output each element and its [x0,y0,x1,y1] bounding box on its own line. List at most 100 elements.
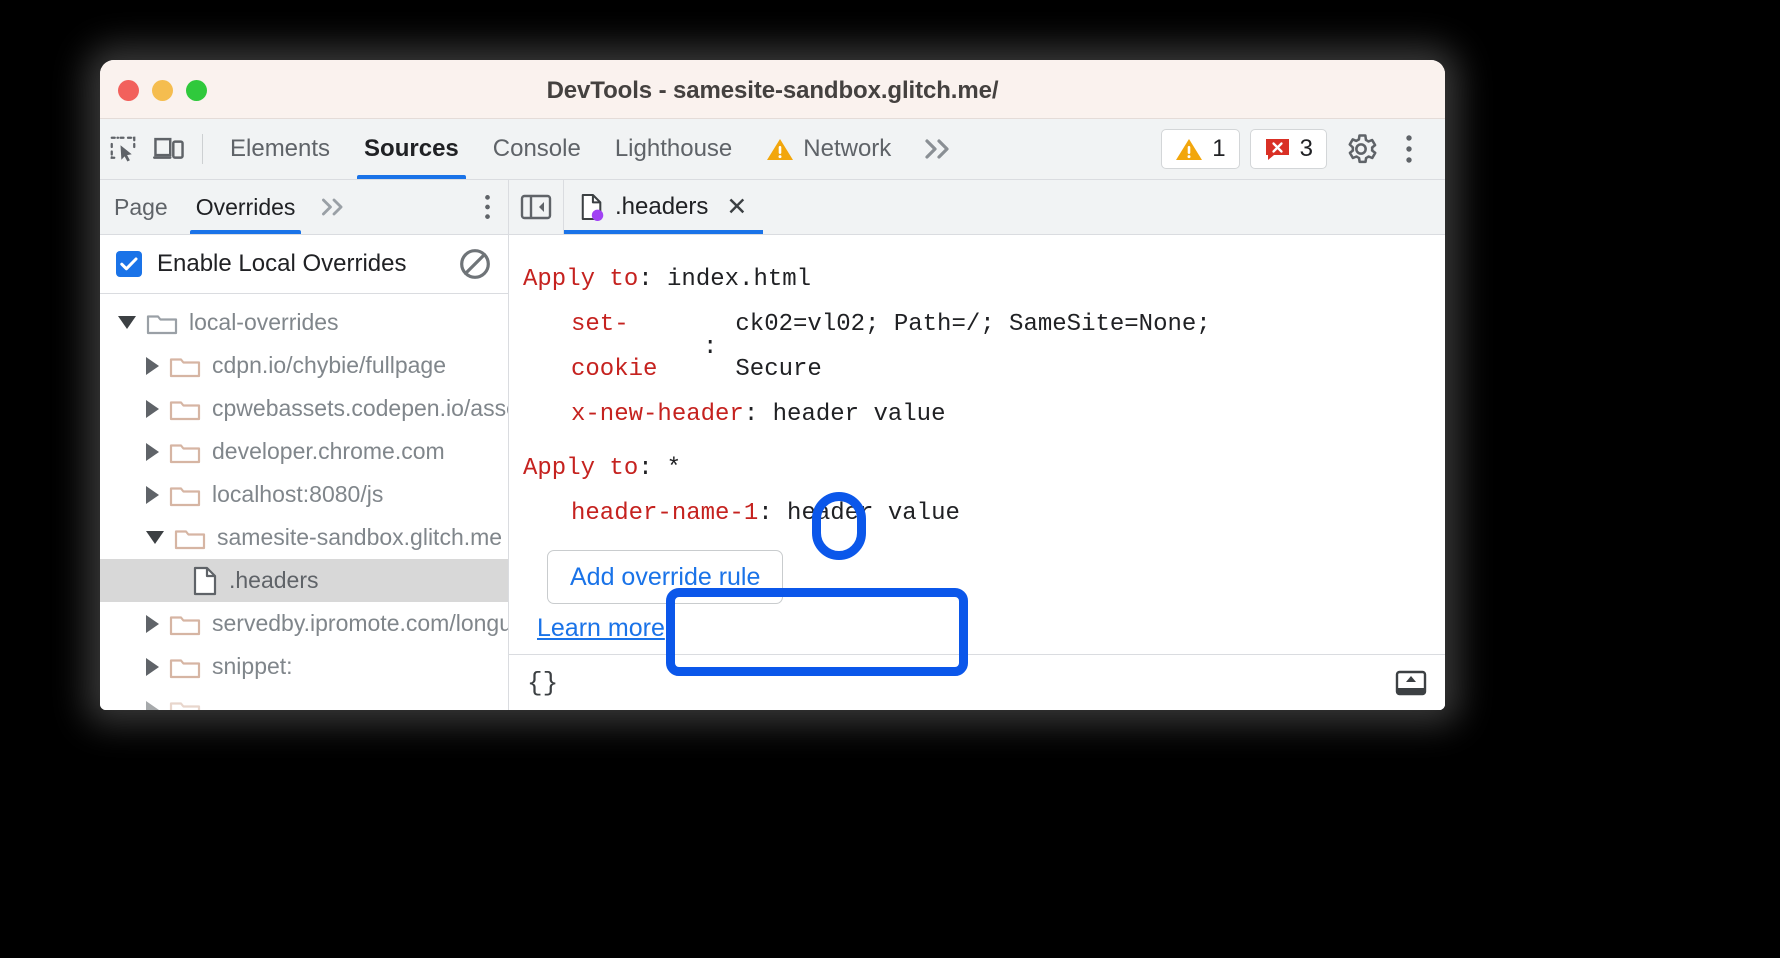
tab-console[interactable]: Console [476,119,598,179]
enable-local-overrides-checkbox[interactable] [116,251,142,277]
header-name: x-new-header [571,392,744,437]
apply-to-value[interactable]: * [653,446,681,491]
tree-row[interactable]: local-overrides [100,301,508,344]
navigator-kebab-menu-icon[interactable] [483,193,492,226]
tree-row[interactable]: .headers [100,559,508,602]
folder-icon [169,697,201,711]
folder-icon [169,654,201,680]
folder-icon [169,611,201,637]
devtools-window: DevTools - samesite-sandbox.glitch.me/ E… [100,60,1445,710]
header-row-header-name-1[interactable]: header-name-1 : header value [523,491,1445,536]
chevron-right-icon[interactable] [146,400,159,418]
window-title: DevTools - samesite-sandbox.glitch.me/ [100,77,1445,105]
tree-item-label: samesite-sandbox.glitch.me [217,524,502,551]
chevron-down-icon[interactable] [146,531,164,544]
nav-chevron-double-right-icon[interactable] [309,196,359,218]
tree-item-label: developer.chrome.com [212,438,445,465]
folder-icon [146,310,178,336]
navigator-sidebar: Page Overrides [100,180,509,710]
apply-to-label: Apply to [523,257,638,302]
chevron-right-icon[interactable] [146,615,159,633]
tree-row[interactable]: localhost:8080/js [100,473,508,516]
learn-more-link[interactable]: Learn more [537,614,665,643]
editor-tabbar: .headers ✕ [509,180,1445,235]
no-entry-clear-icon[interactable] [458,247,492,281]
header-value-set-cookie[interactable]: ck02=vl02; Path=/; SameSite=None; Secure [735,302,1210,392]
tab-sources[interactable]: Sources [347,119,476,179]
file-icon [192,566,218,596]
editor-pane: .headers ✕ Apply to : index.html set- co… [509,180,1445,710]
tab-sources-label: Sources [364,135,459,163]
tree-item-label: .headers [229,567,319,594]
chevron-double-right-icon[interactable] [908,137,970,161]
close-icon[interactable]: ✕ [726,192,747,222]
header-row-set-cookie[interactable]: set- cookie : ck02=vl02; Path=/; SameSit… [523,302,1445,392]
apply-to-row[interactable]: Apply to : * [523,446,1445,491]
apply-to-row[interactable]: Apply to : index.html [523,257,1445,302]
header-value-part-2: Secure [735,347,1210,392]
chevron-right-icon[interactable] [146,701,159,711]
editor-tab-headers[interactable]: .headers ✕ [564,180,763,234]
headers-editor-view: Apply to : index.html set- cookie : ck02… [509,235,1445,654]
tree-item-label: localhost:8080/js [212,481,383,508]
nav-tab-overrides-label: Overrides [196,194,296,221]
nav-tab-page[interactable]: Page [100,180,182,234]
tree-row[interactable]: developer.chrome.com [100,430,508,473]
collapse-sidebar-icon[interactable] [509,180,564,234]
header-value-part-1: ck02=vl02; Path=/; SameSite=None; [735,302,1210,347]
header-value[interactable]: header value [787,491,960,536]
tree-row[interactable]: cpwebassets.codepen.io/asse [100,387,508,430]
folder-icon [169,353,201,379]
nav-tab-overrides[interactable]: Overrides [182,180,310,234]
enable-local-overrides-row[interactable]: Enable Local Overrides [100,235,508,294]
header-value[interactable]: header value [773,392,946,437]
tab-network-label: Network [803,135,891,163]
folder-icon [174,525,206,551]
format-code-button[interactable]: {} [527,668,558,698]
device-toolbar-icon[interactable] [146,126,192,172]
toolbar-right-group: 1 3 [1161,125,1445,173]
tree-item-label: servedby.ipromote.com/longu [212,610,508,637]
chevron-down-icon[interactable] [118,316,136,329]
tree-row[interactable]: snippet: [100,645,508,688]
header-row-x-new-header[interactable]: x-new-header : header value [523,392,1445,437]
tree-row[interactable] [100,688,508,710]
tree-item-label: cpwebassets.codepen.io/asse [212,395,508,422]
tree-item-label: local-overrides [189,309,339,336]
error-bubble-icon [1264,137,1291,162]
file-override-icon [580,193,604,221]
error-counter[interactable]: 3 [1250,129,1327,169]
tab-lighthouse-label: Lighthouse [615,135,732,163]
chevron-right-icon[interactable] [146,658,159,676]
chevron-right-icon[interactable] [146,443,159,461]
add-override-rule-button[interactable]: Add override rule [547,550,783,604]
kebab-menu-icon[interactable] [1385,125,1433,173]
tree-row[interactable]: cdpn.io/chybie/fullpage [100,344,508,387]
folder-icon [169,396,201,422]
chevron-right-icon[interactable] [146,486,159,504]
error-count: 3 [1300,135,1313,163]
tab-elements-label: Elements [230,135,330,163]
tab-network[interactable]: Network [749,119,908,179]
chevron-right-icon[interactable] [146,357,159,375]
tree-row[interactable]: servedby.ipromote.com/longu [100,602,508,645]
toolbar-divider [202,134,203,164]
gear-icon[interactable] [1337,125,1385,173]
header-name: header-name-1 [571,491,758,536]
editor-statusbar: {} [509,654,1445,710]
devtools-main-toolbar: Elements Sources Console Lighthouse Netw… [100,119,1445,180]
tab-console-label: Console [493,135,581,163]
header-colon: : [758,491,787,536]
warning-counter[interactable]: 1 [1161,129,1239,169]
warning-count: 1 [1212,135,1225,163]
apply-to-colon: : [638,446,652,491]
header-colon: : [703,302,717,392]
folder-icon [169,439,201,465]
tab-lighthouse[interactable]: Lighthouse [598,119,749,179]
apply-to-value[interactable]: index.html [667,257,811,302]
window-titlebar: DevTools - samesite-sandbox.glitch.me/ [100,60,1445,119]
show-drawer-icon[interactable] [1395,668,1427,698]
inspect-element-icon[interactable] [100,126,146,172]
tree-row[interactable]: samesite-sandbox.glitch.me [100,516,508,559]
tab-elements[interactable]: Elements [213,119,347,179]
